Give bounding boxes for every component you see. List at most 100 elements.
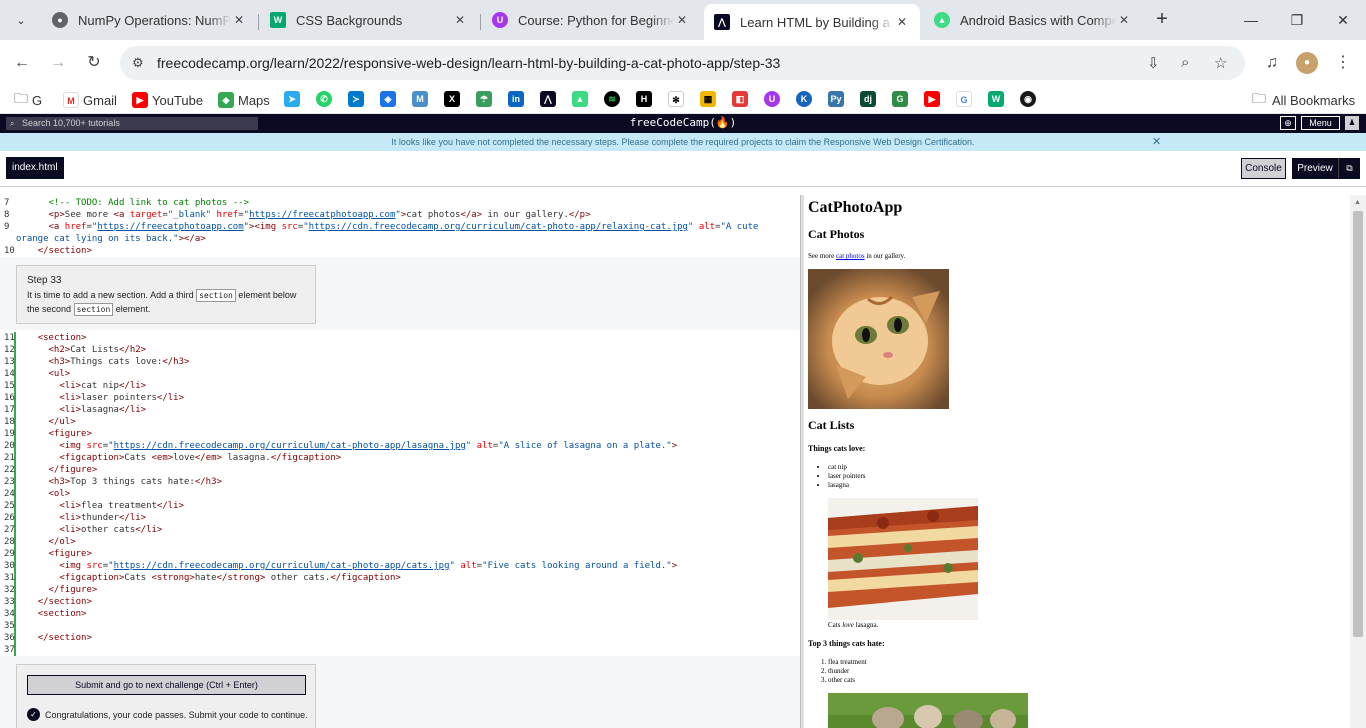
browser-tab-python-course[interactable]: U Course: Python for Beginner ✕ [482, 4, 700, 36]
bookmark-gmail[interactable]: M Gmail [63, 91, 117, 109]
code-editor[interactable]: 7 8 9 10 <!-- TODO: Add link to cat photos … [0, 195, 800, 728]
bookmark-icon-12[interactable]: H [636, 91, 652, 107]
close-tab-icon[interactable]: ✕ [231, 13, 247, 27]
preview-scrollbar[interactable]: ▲ [1350, 195, 1366, 728]
scrollbar-thumb[interactable] [1353, 211, 1363, 637]
google-icon[interactable]: G [956, 91, 972, 107]
fcc-avatar[interactable]: ♟ [1345, 116, 1359, 130]
all-bookmarks-folder[interactable]: 🗀 All Bookmarks [1252, 90, 1355, 109]
preview-button[interactable]: Preview [1292, 158, 1338, 179]
bookmark-star-icon[interactable]: ☆ [1214, 54, 1227, 72]
openai-icon[interactable]: ✻ [668, 91, 684, 107]
console-button[interactable]: Console [1241, 158, 1286, 179]
lasagna-image[interactable] [828, 498, 978, 620]
udemy-bookmark-icon[interactable]: U [764, 91, 780, 107]
back-button[interactable]: ← [11, 52, 33, 74]
code-block-top: <!-- TODO: Add link to cat photos --> <p… [16, 198, 759, 256]
step-instructions-panel: Step 33 It is time to add a new section.… [0, 257, 800, 330]
whatsapp-icon[interactable]: ✆ [316, 91, 332, 107]
close-tab-icon[interactable]: ✕ [1116, 13, 1132, 27]
media-control-icon[interactable]: ♫ [1261, 52, 1283, 74]
tab-title: Android Basics with Compose [960, 12, 1116, 28]
close-tab-icon[interactable]: ✕ [452, 13, 468, 27]
scroll-up-icon[interactable]: ▲ [1354, 199, 1361, 206]
cat-photos-link[interactable]: cat photos [836, 252, 865, 260]
fcc-logo[interactable]: freeCodeCamp(🔥) [0, 116, 1366, 129]
list-item: thunder [828, 667, 867, 676]
preview-love-list: cat nip laser pointers lasagna [828, 463, 866, 490]
preview-pane: CatPhotoApp Cat Photos See more cat phot… [804, 195, 1350, 728]
bookmark-youtube[interactable]: ▶ YouTube [132, 91, 203, 109]
youtube-bookmark-icon[interactable]: ▶ [924, 91, 940, 107]
close-tab-icon[interactable]: ✕ [894, 15, 910, 29]
browser-tab-android[interactable]: ▲ Android Basics with Compose ✕ [924, 4, 1142, 36]
bookmark-icon-7[interactable]: ☂ [476, 91, 492, 107]
browser-tab-numpy[interactable]: ● NumPy Operations: NumPy ✕ [42, 4, 257, 36]
language-globe-icon[interactable]: ⊕ [1280, 116, 1296, 130]
geeksforgeeks-icon[interactable]: G [892, 91, 908, 107]
python-icon[interactable]: Py [828, 91, 844, 107]
browser-menu-icon[interactable]: ⋮ [1332, 52, 1354, 74]
address-bar[interactable]: ⚙ freecodecamp.org/learn/2022/responsive… [120, 46, 1245, 80]
install-app-icon[interactable]: ⇩ [1147, 54, 1160, 72]
list-item: cat nip [828, 463, 866, 472]
close-icon[interactable]: ✕ [1152, 133, 1161, 151]
spotify-icon[interactable]: ≋ [604, 91, 620, 107]
close-tab-icon[interactable]: ✕ [674, 13, 690, 27]
relaxing-cat-image[interactable] [808, 269, 949, 409]
fcc-menu-button[interactable]: Menu [1301, 116, 1340, 130]
five-cats-image[interactable] [828, 693, 1028, 728]
android-bookmark-icon[interactable]: ▲ [572, 91, 588, 107]
list-item: flea treatment [828, 658, 867, 667]
tab-search-button[interactable]: ⌄ [8, 7, 34, 33]
zoom-icon[interactable]: ⌕ [1181, 54, 1189, 71]
inline-code-section: section [73, 303, 114, 316]
file-tab-index-html[interactable]: index.html [6, 157, 64, 179]
vscode-icon[interactable]: ≻ [348, 91, 364, 107]
github-icon[interactable]: ◉ [1020, 91, 1036, 107]
linkedin-icon[interactable]: in [508, 91, 524, 107]
preview-h2-cat-photos: Cat Photos [808, 227, 865, 241]
bookmark-maps[interactable]: ◆ Maps [218, 91, 270, 109]
forward-button[interactable]: → [47, 52, 69, 74]
step-text-3: element. [115, 304, 151, 314]
browser-tab-strip: ⌄ ● NumPy Operations: NumPy ✕ W CSS Back… [0, 0, 1366, 40]
submit-next-challenge-button[interactable]: Submit and go to next challenge (Ctrl + … [27, 675, 306, 695]
w3schools-bookmark-icon[interactable]: W [988, 91, 1004, 107]
browser-tab-css[interactable]: W CSS Backgrounds ✕ [260, 4, 478, 36]
reload-button[interactable]: ↻ [83, 52, 105, 74]
flash-message: It looks like you have not completed the… [0, 133, 1366, 151]
bookmark-label: Gmail [83, 92, 117, 108]
profile-avatar[interactable]: ● [1296, 52, 1318, 74]
tab-title: Course: Python for Beginner [518, 12, 674, 28]
new-tab-button[interactable]: + [1150, 8, 1174, 32]
telegram-icon[interactable]: ➤ [284, 91, 300, 107]
android-icon: ▲ [934, 12, 950, 28]
browser-tab-fcc-active[interactable]: ⋀ Learn HTML by Building a Ca ✕ [704, 4, 920, 40]
w3schools-icon: W [270, 12, 286, 28]
caption-text: Cats [828, 621, 841, 629]
bookmarks-bar: 🗀 G M Gmail ▶ YouTube ◆ Maps ➤ ✆ ≻ ◈ M X… [0, 86, 1366, 114]
bookmark-folder-g[interactable]: 🗀 G [14, 90, 42, 109]
django-icon[interactable]: dj [860, 91, 876, 107]
bookmark-icon-15[interactable]: ◧ [732, 91, 748, 107]
success-message: ✓ Congratulations, your code passes. Sub… [27, 708, 308, 721]
udemy-icon: U [492, 12, 508, 28]
freecodecamp-bookmark-icon[interactable]: ⋀ [540, 91, 556, 107]
folder-icon: 🗀 [1252, 90, 1266, 106]
tab-title: CSS Backgrounds [296, 12, 403, 28]
bookmark-icon-14[interactable]: ▦ [700, 91, 716, 107]
code-block-editable[interactable]: <section> <h2>Cat Lists</h2> <h3>Things … [16, 332, 677, 644]
close-window-button[interactable]: ✕ [1320, 0, 1366, 40]
minimize-button[interactable]: — [1228, 0, 1274, 40]
site-info-icon[interactable]: ⚙ [132, 55, 144, 71]
preview-h3-things-hate: Top 3 things cats hate: [808, 639, 885, 648]
restore-button[interactable]: ❐ [1274, 0, 1320, 40]
bookmark-icon-5[interactable]: M [412, 91, 428, 107]
check-circle-icon: ✓ [27, 708, 40, 721]
bookmark-icon-17[interactable]: K [796, 91, 812, 107]
x-twitter-icon[interactable]: X [444, 91, 460, 107]
bookmark-icon-4[interactable]: ◈ [380, 91, 396, 107]
popout-preview-icon[interactable]: ⧉ [1338, 158, 1360, 179]
globe-icon: ● [52, 12, 68, 28]
